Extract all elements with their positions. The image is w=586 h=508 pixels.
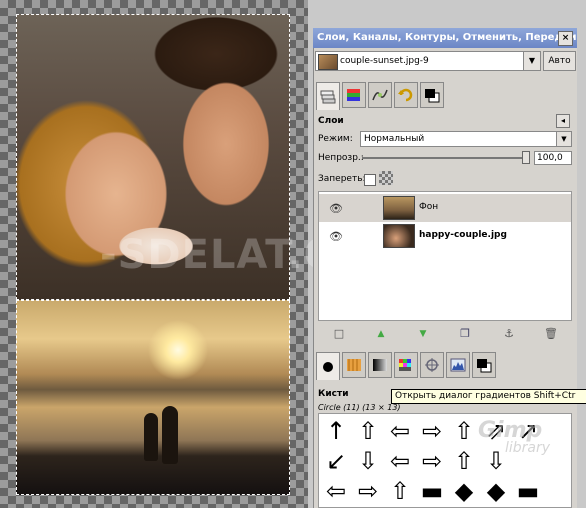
tab-histogram[interactable] bbox=[446, 352, 470, 378]
tab-undo[interactable] bbox=[394, 82, 418, 108]
palette-icon bbox=[399, 359, 411, 371]
brush-item[interactable]: ⇦ bbox=[385, 446, 415, 476]
duplicate-layer-icon[interactable]: ❐ bbox=[458, 327, 472, 341]
dock-title: Слои, Каналы, Контуры, Отменить, Передни… bbox=[317, 32, 577, 43]
layer-buttons-bar: □ ▲ ▼ ❐ ⚓ 🗑 bbox=[318, 324, 572, 346]
brush-item[interactable]: ⇧ bbox=[449, 446, 479, 476]
layer-row[interactable]: 👁 happy-couple.jpg bbox=[319, 222, 571, 250]
brush-item[interactable]: ↑ bbox=[321, 416, 351, 446]
brush-info: Circle (11) (13 × 13) bbox=[318, 403, 401, 412]
lock-label: Запереть: bbox=[318, 174, 366, 184]
image-thumbnail bbox=[318, 54, 338, 70]
paths-icon bbox=[372, 89, 388, 101]
layer-thumbnail bbox=[383, 196, 415, 220]
tab-colors[interactable] bbox=[420, 82, 444, 108]
channels-icon bbox=[347, 89, 360, 101]
visibility-eye-icon[interactable]: 👁 bbox=[329, 230, 343, 243]
font-icon bbox=[425, 358, 439, 372]
opacity-spinbox[interactable]: 100,0 bbox=[534, 151, 572, 165]
brush-item[interactable]: ⇦ bbox=[385, 416, 415, 446]
mode-label: Режим: bbox=[318, 134, 353, 144]
brush-item[interactable]: ⇧ bbox=[353, 416, 383, 446]
auto-button[interactable]: Авто bbox=[543, 51, 576, 71]
layers-icon bbox=[320, 90, 336, 103]
chevron-down-icon[interactable]: ▼ bbox=[523, 52, 540, 70]
image-name: couple-sunset.jpg-9 bbox=[340, 56, 429, 66]
raise-layer-icon[interactable]: ▲ bbox=[374, 327, 388, 341]
tab-fonts[interactable] bbox=[420, 352, 444, 378]
lock-alpha-icon bbox=[379, 171, 393, 185]
opacity-slider-track[interactable] bbox=[362, 157, 530, 159]
watermark-library: library bbox=[505, 440, 551, 456]
opacity-value: 100,0 bbox=[537, 153, 563, 163]
opacity-label: Непрозр.: bbox=[318, 153, 364, 163]
histogram-icon bbox=[450, 358, 466, 372]
dock-titlebar[interactable]: Слои, Каналы, Контуры, Отменить, Передни… bbox=[313, 28, 577, 48]
layer-thumbnail bbox=[383, 224, 415, 248]
lock-alpha-checkbox[interactable] bbox=[364, 174, 376, 186]
brush-item[interactable]: ◆ bbox=[449, 476, 479, 506]
layer-row[interactable]: 👁 Фон bbox=[319, 194, 571, 222]
pattern-icon bbox=[347, 359, 361, 371]
fg-bg-color-icon bbox=[477, 359, 492, 373]
brush-item[interactable]: ⇨ bbox=[417, 446, 447, 476]
tab-patterns[interactable] bbox=[342, 352, 366, 378]
tab-brushes[interactable] bbox=[316, 352, 340, 380]
brush-item[interactable]: ◆ bbox=[481, 476, 511, 506]
brushes-panel-title: Кисти bbox=[318, 389, 349, 399]
tab-channels[interactable] bbox=[342, 82, 366, 108]
visibility-eye-icon[interactable]: 👁 bbox=[329, 202, 343, 215]
brush-item[interactable]: ↙ bbox=[321, 446, 351, 476]
fg-bg-color-icon bbox=[425, 89, 440, 103]
brush-item[interactable]: ⇨ bbox=[353, 476, 383, 506]
gradient-icon bbox=[373, 359, 387, 371]
tab-paths[interactable] bbox=[368, 82, 392, 108]
mode-select[interactable]: Нормальный ▼ bbox=[360, 131, 572, 147]
tab-layers[interactable] bbox=[316, 82, 340, 110]
tab-fg-bg[interactable] bbox=[472, 352, 496, 378]
brush-item[interactable]: ⇨ bbox=[417, 416, 447, 446]
gradients-tooltip: Открыть диалог градиентов Shift+Ctr bbox=[391, 389, 586, 404]
layer-name: Фон bbox=[419, 202, 439, 212]
brush-item[interactable]: ⇧ bbox=[385, 476, 415, 506]
anchor-layer-icon[interactable]: ⚓ bbox=[502, 327, 516, 341]
brush-icon bbox=[323, 361, 333, 372]
mode-value: Нормальный bbox=[364, 134, 425, 144]
opacity-slider-handle[interactable] bbox=[522, 151, 530, 164]
layers-panel-title: Слои bbox=[318, 116, 344, 126]
brush-item[interactable]: ▬ bbox=[417, 476, 447, 506]
new-layer-icon[interactable]: □ bbox=[332, 327, 346, 341]
lower-layer-icon[interactable]: ▼ bbox=[416, 327, 430, 341]
brush-item[interactable]: ▬ bbox=[513, 476, 543, 506]
layer-boundary-bottom bbox=[16, 300, 290, 495]
brush-item[interactable]: ⇧ bbox=[449, 416, 479, 446]
chevron-down-icon[interactable]: ▼ bbox=[556, 132, 571, 146]
tab-gradients[interactable] bbox=[368, 352, 392, 378]
image-selector[interactable]: couple-sunset.jpg-9 ▼ bbox=[315, 51, 541, 71]
brush-item[interactable]: ⇩ bbox=[353, 446, 383, 476]
close-icon[interactable]: × bbox=[558, 31, 573, 46]
panel-menu-icon[interactable]: ◂ bbox=[556, 114, 570, 128]
layers-list: 👁 Фон 👁 happy-couple.jpg bbox=[318, 191, 572, 321]
brush-item[interactable]: ⇦ bbox=[321, 476, 351, 506]
undo-icon bbox=[398, 88, 413, 102]
layer-name: happy-couple.jpg bbox=[419, 230, 507, 240]
delete-layer-icon[interactable]: 🗑 bbox=[544, 327, 558, 341]
tab-palettes[interactable] bbox=[394, 352, 418, 378]
